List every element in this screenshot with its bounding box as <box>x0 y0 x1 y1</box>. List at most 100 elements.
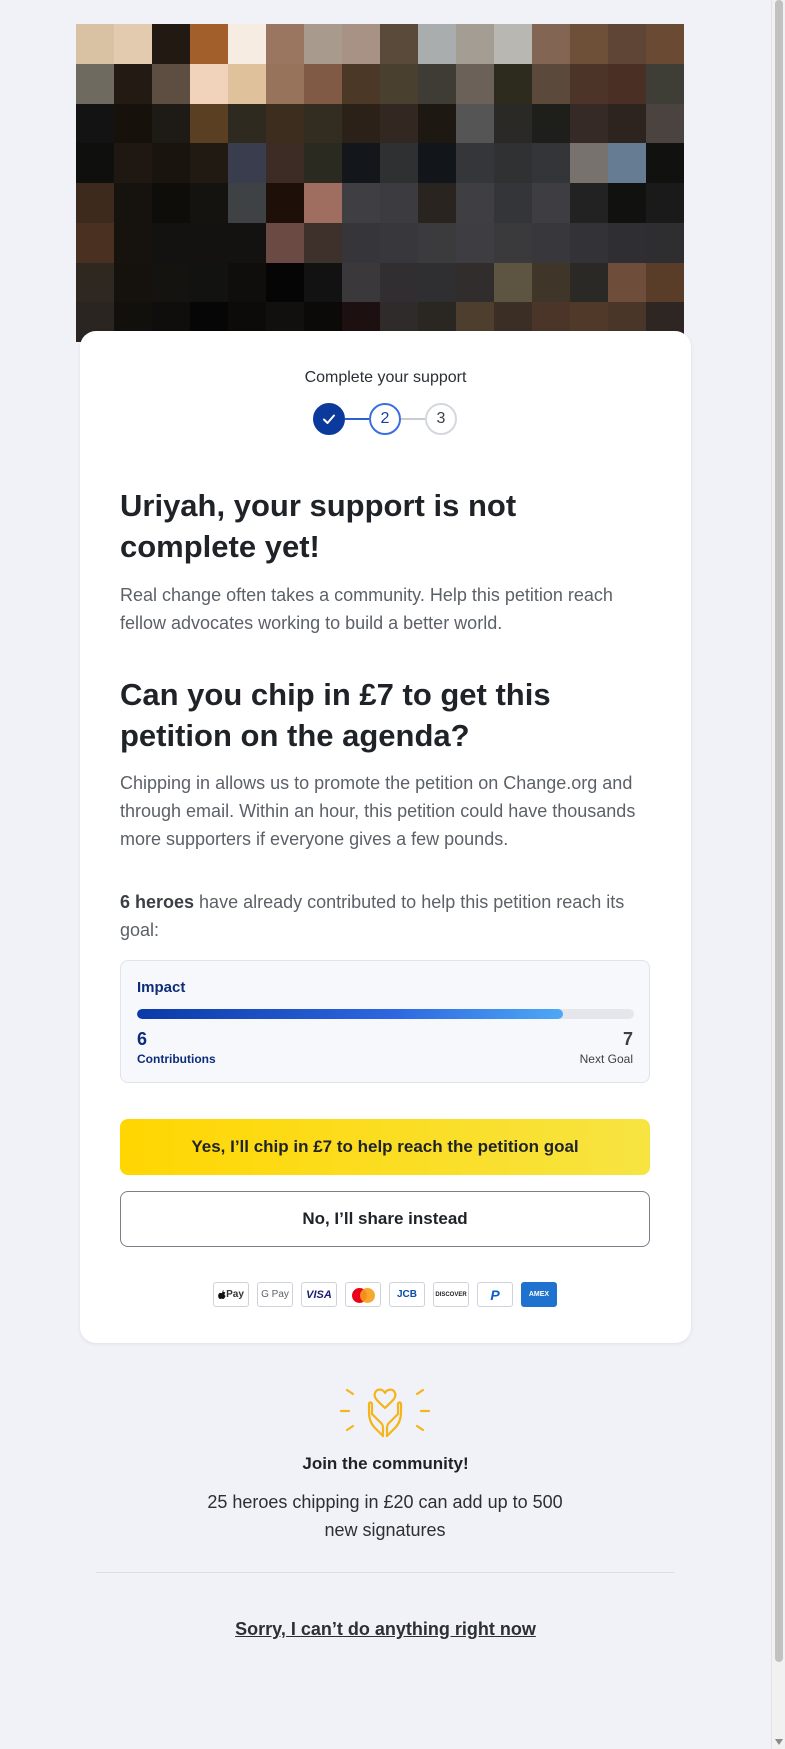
hero-pixel <box>532 183 570 223</box>
hero-pixel <box>190 63 228 104</box>
contributions-count: 6 <box>137 1029 148 1049</box>
scroll-down-arrow-icon[interactable] <box>775 1739 783 1745</box>
hero-pixel <box>646 262 684 303</box>
hero-pixel <box>304 24 342 64</box>
mastercard-icon <box>345 1282 381 1307</box>
heroes-count: 6 heroes <box>120 892 195 912</box>
progress-stepper: 2 3 <box>313 403 459 437</box>
intro-text: Real change often takes a community. Hel… <box>120 585 613 633</box>
hero-pixel <box>152 63 190 104</box>
hero-pixel <box>608 222 646 263</box>
hero-pixel <box>570 143 608 183</box>
hero-pixel <box>532 24 570 64</box>
heart-hands-icon <box>339 1388 431 1438</box>
chip-in-description: Chipping in allows us to promote the pet… <box>120 773 636 849</box>
hero-pixel <box>418 63 456 104</box>
step-3-upcoming: 3 <box>425 403 457 435</box>
page: Complete your support 2 3 Uriyah, your s… <box>0 0 771 1749</box>
hero-pixel <box>114 24 152 64</box>
share-instead-button[interactable]: No, I’ll share instead <box>120 1191 650 1247</box>
impact-progress-fill <box>137 1009 563 1019</box>
hero-pixel <box>456 63 494 104</box>
hero-pixel <box>532 143 570 183</box>
hero-pixel <box>190 183 228 223</box>
hero-pixel <box>114 262 152 303</box>
hero-pixel <box>380 63 418 104</box>
paypal-icon: P <box>477 1282 513 1307</box>
vertical-scrollbar[interactable] <box>771 0 785 1749</box>
hero-pixel <box>418 222 456 263</box>
hero-pixel <box>76 103 114 144</box>
hero-pixel <box>646 63 684 104</box>
decline-link[interactable]: Sorry, I can’t do anything right now <box>0 1619 771 1640</box>
hero-pixel <box>646 222 684 263</box>
hero-pixel <box>228 63 266 104</box>
hero-pixel <box>608 262 646 303</box>
hero-pixel <box>152 262 190 303</box>
hero-pixel <box>114 103 152 144</box>
chip-in-button[interactable]: Yes, I’ll chip in £7 to help reach the p… <box>120 1119 650 1175</box>
hero-pixel <box>304 103 342 144</box>
hero-pixel <box>646 183 684 223</box>
hero-pixel <box>304 262 342 303</box>
payment-methods: Pay G Pay VISA JCB DISCOVER P AMEX <box>213 1282 557 1308</box>
hero-pixel <box>456 222 494 263</box>
hero-pixel <box>228 24 266 64</box>
hero-pixel <box>228 183 266 223</box>
hero-pixel <box>342 143 380 183</box>
impact-title: Impact <box>137 979 186 996</box>
hero-pixel <box>342 222 380 263</box>
hero-pixel <box>456 143 494 183</box>
hero-pixel <box>494 143 532 183</box>
hero-pixel <box>76 183 114 223</box>
hero-pixel <box>418 183 456 223</box>
hero-pixel <box>152 103 190 144</box>
hero-pixel <box>608 103 646 144</box>
hero-pixel <box>266 63 304 104</box>
hero-pixel <box>646 143 684 183</box>
hero-pixel <box>304 183 342 223</box>
hero-pixel <box>380 262 418 303</box>
hero-pixel <box>266 183 304 223</box>
community-text: 25 heroes chipping in £20 can add up to … <box>207 1492 563 1540</box>
hero-pixel <box>114 183 152 223</box>
hero-pixel <box>76 24 114 64</box>
hero-pixel <box>266 103 304 144</box>
hero-pixel <box>190 24 228 64</box>
hero-pixel <box>646 103 684 144</box>
hero-pixel <box>152 143 190 183</box>
hero-pixel <box>418 143 456 183</box>
heroes-rest: have already contributed to help this pe… <box>120 892 625 940</box>
hero-pixel <box>342 262 380 303</box>
apple-pay-icon: Pay <box>213 1282 249 1307</box>
hero-pixel <box>494 262 532 303</box>
hero-pixel <box>532 103 570 144</box>
impact-panel: Impact 6 Contributions 7 Next Goal <box>120 960 650 1083</box>
hero-pixel <box>114 222 152 263</box>
hero-pixel <box>570 222 608 263</box>
hero-pixel <box>190 103 228 144</box>
visa-icon: VISA <box>301 1282 337 1307</box>
hero-pixel <box>380 24 418 64</box>
heroes-text: 6 heroes have already contributed to hel… <box>120 888 650 944</box>
hero-pixel <box>570 262 608 303</box>
stepper-connector <box>345 418 369 420</box>
hero-pixel <box>228 103 266 144</box>
stepper-connector <box>401 418 425 420</box>
scrollbar-thumb[interactable] <box>775 0 783 1662</box>
hero-pixel <box>494 222 532 263</box>
hero-pixel <box>152 183 190 223</box>
hero-pixel <box>570 103 608 144</box>
hero-pixel <box>532 222 570 263</box>
hero-pixel <box>190 143 228 183</box>
hero-pixel <box>456 262 494 303</box>
hero-pixel <box>608 63 646 104</box>
step-1-complete <box>313 403 345 435</box>
hero-pixel <box>228 262 266 303</box>
hero-pixel <box>380 222 418 263</box>
steps-title: Complete your support <box>304 369 467 386</box>
next-goal-count: 7 <box>622 1029 633 1049</box>
contributions-label: Contributions <box>137 1052 216 1066</box>
hero-pixel <box>266 24 304 64</box>
hero-pixel <box>76 63 114 104</box>
